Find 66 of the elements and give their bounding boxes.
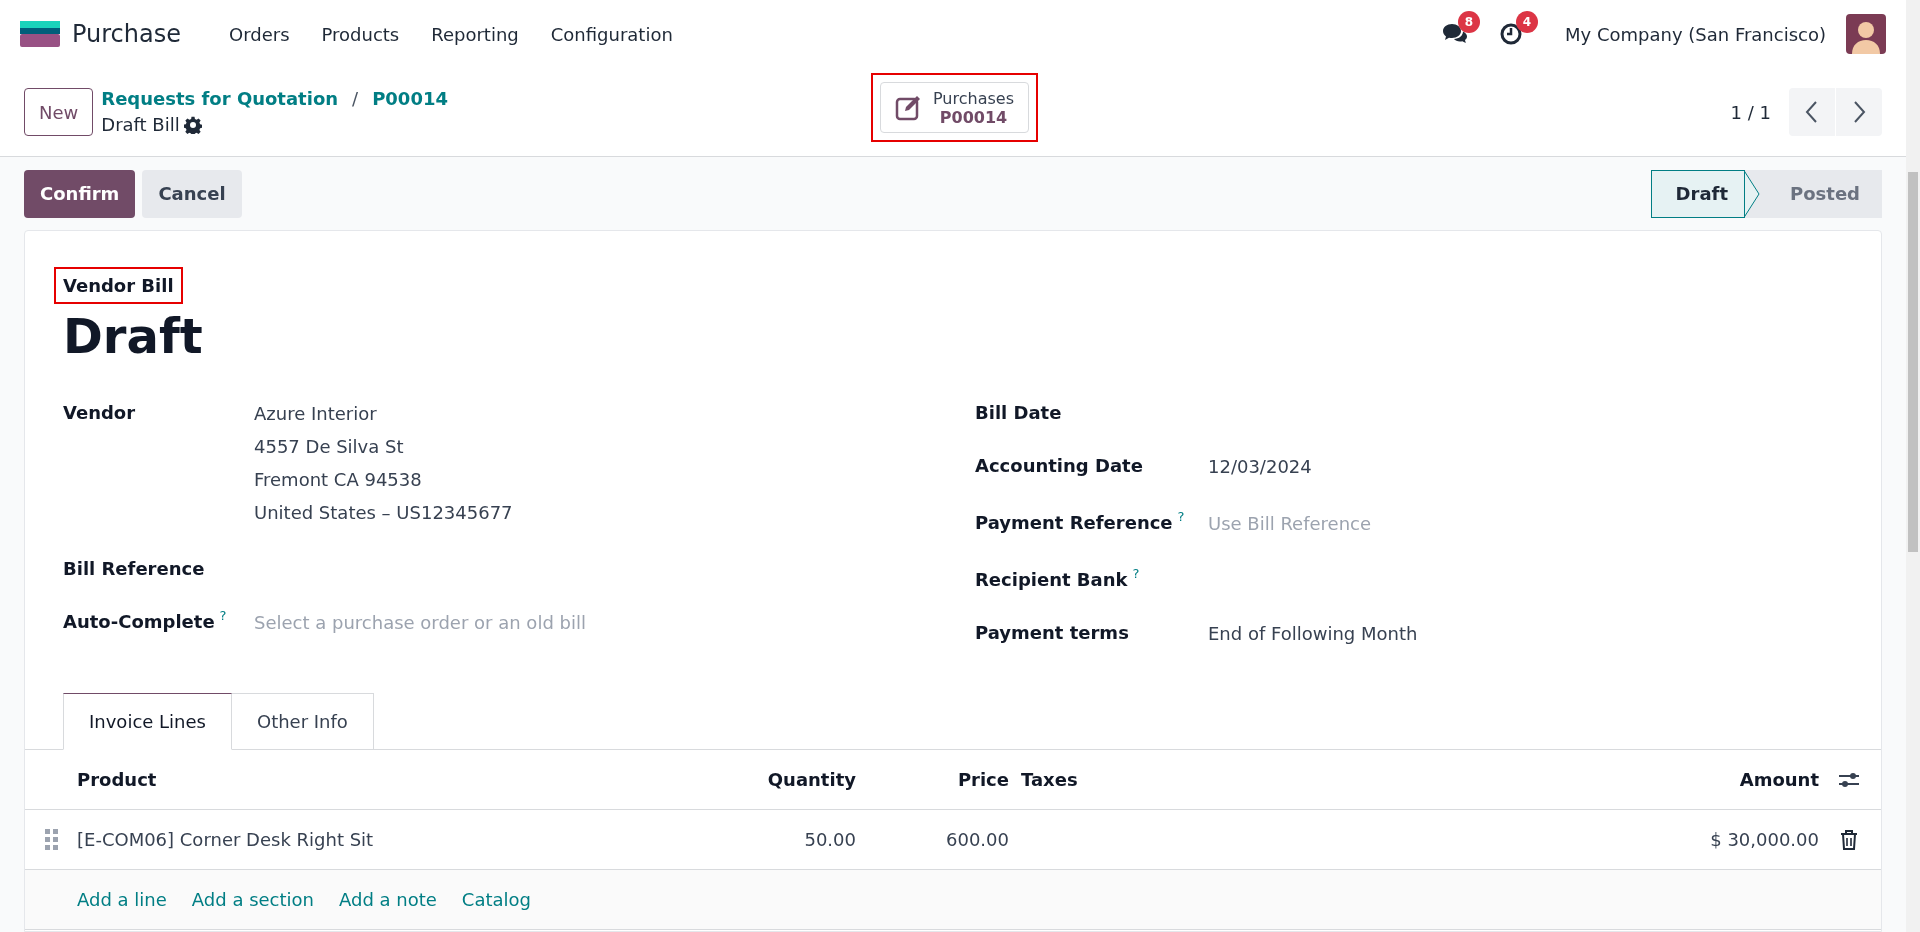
table-cell-text: 600.00 — [946, 828, 1009, 852]
field-label: Recipient Bank — [975, 568, 1128, 592]
help-mark[interactable]: ? — [1177, 510, 1185, 524]
help-mark[interactable]: ? — [219, 609, 227, 623]
table-cell-text: [E-COM06] Corner Desk Right Sit — [77, 828, 374, 852]
column-header[interactable]: Price — [957, 766, 1009, 793]
table-cell-text: $ 30,000.00 — [1710, 828, 1819, 852]
field-value[interactable]: Azure Interior — [254, 397, 513, 430]
smart-button-label: Purchases — [933, 88, 1014, 108]
field-label: Vendor — [63, 401, 136, 425]
pager-value: 1 / 1 — [1730, 100, 1771, 125]
field-value[interactable]: United States – US12345677 — [254, 496, 513, 529]
table-cell-text: 50.00 — [804, 828, 856, 852]
next-button[interactable] — [1836, 88, 1882, 136]
field-value[interactable]: Fremont CA 94538 — [254, 463, 513, 496]
add-link[interactable]: Catalog — [461, 886, 531, 913]
field-label: Accounting Date — [975, 454, 1143, 478]
menu-item[interactable]: Orders — [213, 20, 306, 48]
app-name[interactable]: Purchase — [72, 16, 181, 52]
field-label: Bill Reference — [63, 557, 205, 581]
menu-item[interactable]: Products — [305, 20, 416, 48]
drag-handle-icon[interactable] — [45, 828, 59, 851]
user-avatar[interactable] — [1846, 14, 1886, 54]
column-header[interactable]: Quantity — [767, 766, 856, 793]
tab[interactable]: Other Info — [231, 693, 374, 750]
clock-icon[interactable] — [1499, 22, 1524, 46]
menu-item[interactable]: Reporting — [415, 20, 535, 48]
input-field[interactable]: Select a purchase order or an old bill — [254, 606, 754, 639]
smart-button[interactable]: Purchases P00014 — [880, 82, 1029, 133]
field-label: Payment Reference — [975, 511, 1173, 535]
field-label: Auto-Complete — [63, 610, 215, 634]
company-name[interactable]: My Company (San Francisco) — [1565, 20, 1826, 48]
input-field[interactable]: Use Bill Reference — [1208, 507, 1708, 540]
document-type: Vendor Bill — [63, 275, 174, 296]
notification-badge: 4 — [1516, 11, 1539, 33]
tab[interactable]: Invoice Lines — [63, 693, 232, 750]
status-step[interactable]: Posted — [1760, 169, 1882, 218]
field-label: Bill Date — [975, 401, 1062, 425]
scrollbar-thumb[interactable] — [1908, 172, 1918, 552]
record-name: Draft Bill — [101, 113, 180, 137]
column-header[interactable]: Taxes — [1021, 766, 1078, 793]
notification-badge: 8 — [1458, 11, 1481, 33]
edit-icon — [895, 94, 923, 121]
cancel-button[interactable]: Cancel — [142, 169, 242, 218]
field-value[interactable]: 12/03/2024 — [1208, 450, 1312, 483]
breadcrumb-separator: / — [352, 87, 359, 111]
column-header[interactable]: Amount — [1739, 766, 1819, 793]
gear-icon[interactable] — [183, 116, 202, 134]
document-title: Draft — [63, 307, 204, 366]
column-header[interactable]: Product — [77, 766, 157, 793]
field-value[interactable]: End of Following Month — [1208, 617, 1418, 650]
smart-button-value: P00014 — [938, 107, 1009, 127]
new-button[interactable]: New — [24, 88, 94, 136]
breadcrumb-link[interactable]: Requests for Quotation — [101, 86, 339, 112]
field-value[interactable]: 4557 De Silva St — [254, 430, 513, 463]
add-link[interactable]: Add a note — [338, 886, 437, 913]
menu-item[interactable]: Configuration — [534, 20, 689, 48]
add-link[interactable]: Add a line — [77, 886, 167, 913]
breadcrumb-link[interactable]: P00014 — [372, 86, 448, 112]
previous-button[interactable] — [1789, 88, 1835, 136]
help-mark[interactable]: ? — [1132, 567, 1140, 581]
app-logo-icon[interactable] — [20, 21, 60, 47]
add-link[interactable]: Add a section — [191, 886, 314, 913]
trash-icon[interactable] — [1840, 829, 1858, 850]
field-label: Payment terms — [975, 621, 1129, 645]
confirm-button[interactable]: Confirm — [24, 169, 136, 218]
